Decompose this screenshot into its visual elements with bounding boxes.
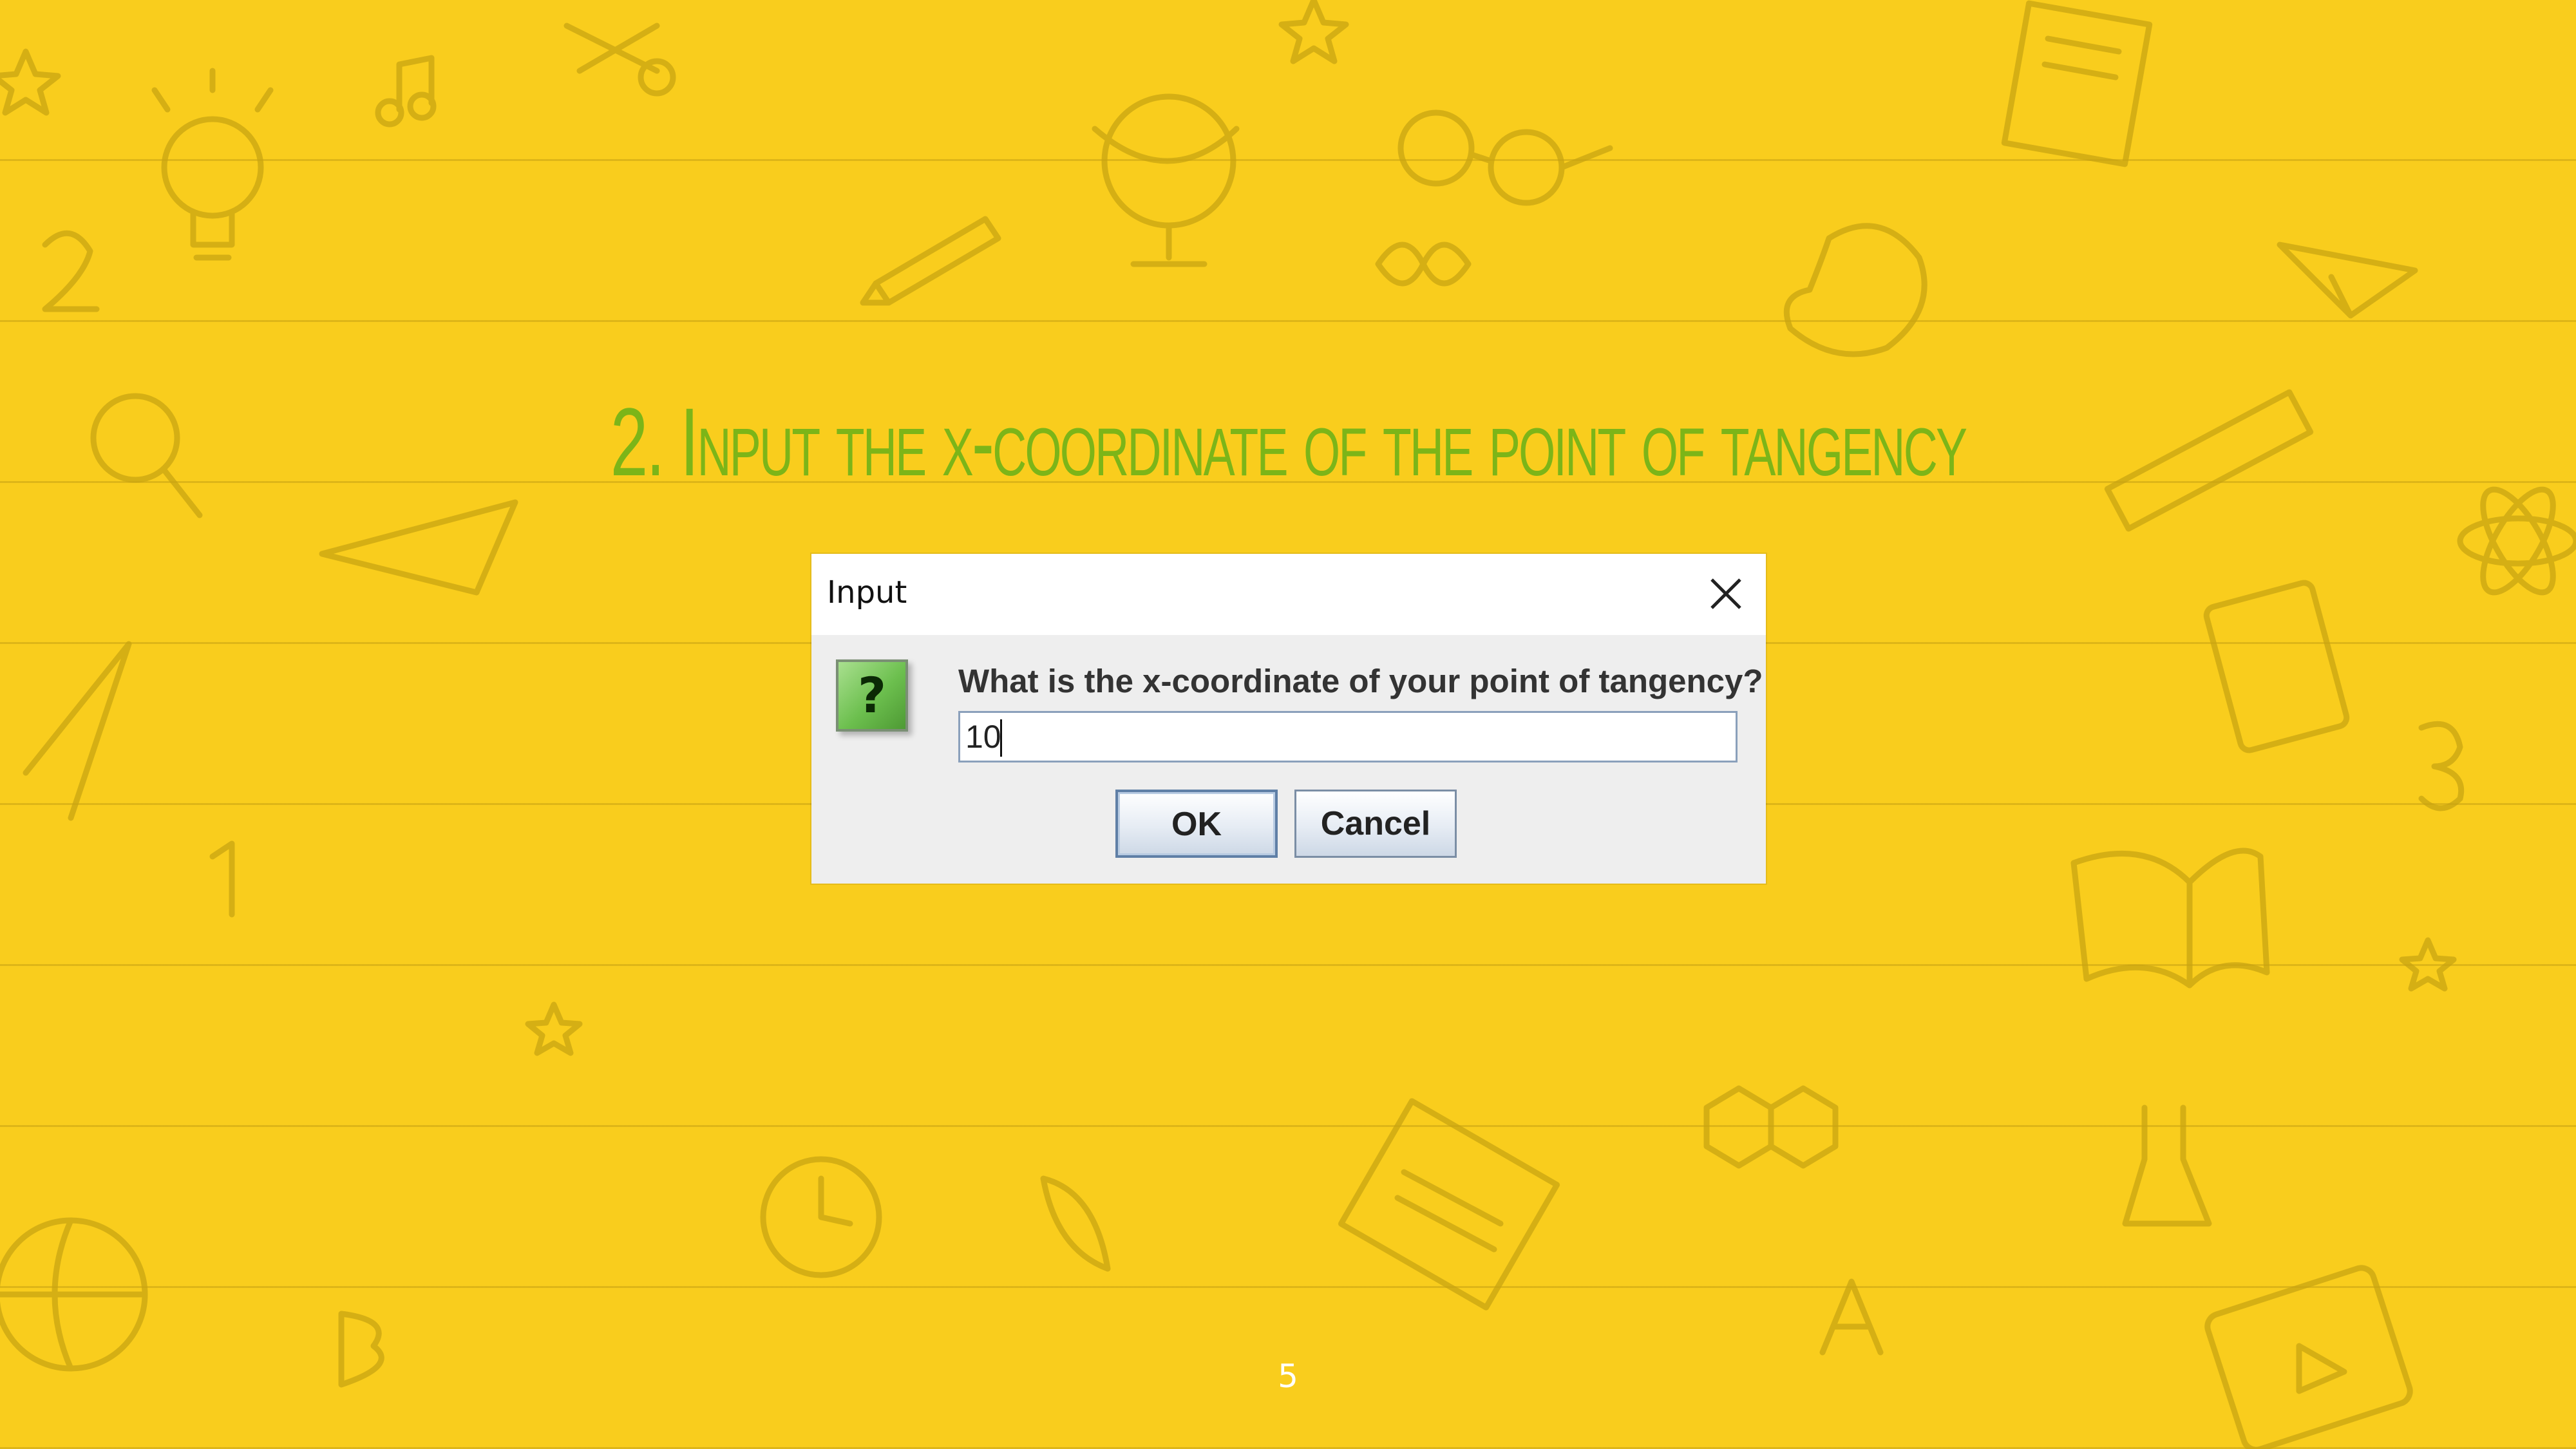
compass-icon xyxy=(23,641,132,821)
infinity-icon xyxy=(1375,242,1472,287)
input-value: 10 xyxy=(965,719,1001,755)
dialog-title: Input xyxy=(827,574,907,611)
book-icon xyxy=(2001,0,2153,167)
slide-title: 2. Input the x-coordinate of the point o… xyxy=(610,388,1967,496)
set-square-icon xyxy=(319,499,518,596)
question-mark-icon: ? xyxy=(836,659,908,732)
leaf-icon xyxy=(1040,1175,1111,1272)
x-coordinate-input[interactable]: 10 xyxy=(958,711,1738,762)
letter-b-icon xyxy=(338,1311,384,1388)
page-number: 5 xyxy=(1278,1358,1298,1395)
close-button[interactable] xyxy=(1700,568,1752,620)
palette-icon xyxy=(1783,223,1927,357)
tablet-icon xyxy=(2204,1265,2413,1449)
ball-icon xyxy=(0,1217,148,1372)
letter-a-icon xyxy=(1819,1278,1884,1356)
cancel-button[interactable]: Cancel xyxy=(1294,790,1457,858)
open-book-icon xyxy=(2070,848,2270,989)
magnifier-icon xyxy=(90,393,203,518)
flask-icon xyxy=(2122,1104,2212,1227)
question-glyph: ? xyxy=(857,667,887,724)
scissors-icon xyxy=(564,23,676,97)
calculator-icon xyxy=(2203,580,2350,753)
dialog-titlebar[interactable]: Input xyxy=(811,554,1766,635)
music-note-icon xyxy=(375,55,437,128)
text-caret xyxy=(1000,719,1002,757)
lightbulb-icon xyxy=(151,68,274,261)
globe-icon xyxy=(1092,93,1240,267)
paper-plane-icon xyxy=(2277,242,2418,319)
prompt-text: What is the x-coordinate of your point o… xyxy=(958,663,1763,699)
glasses-icon xyxy=(1397,109,1613,206)
ok-button[interactable]: OK xyxy=(1115,790,1278,858)
input-dialog: Input ? What is the x-coordinate of your… xyxy=(811,554,1766,884)
molecule-icon xyxy=(1703,1085,1839,1169)
notebook-icon xyxy=(1338,1098,1560,1311)
close-icon xyxy=(1710,578,1741,609)
pencil-icon xyxy=(860,216,1001,306)
clock-icon xyxy=(760,1156,882,1278)
atom-icon xyxy=(2457,486,2576,596)
